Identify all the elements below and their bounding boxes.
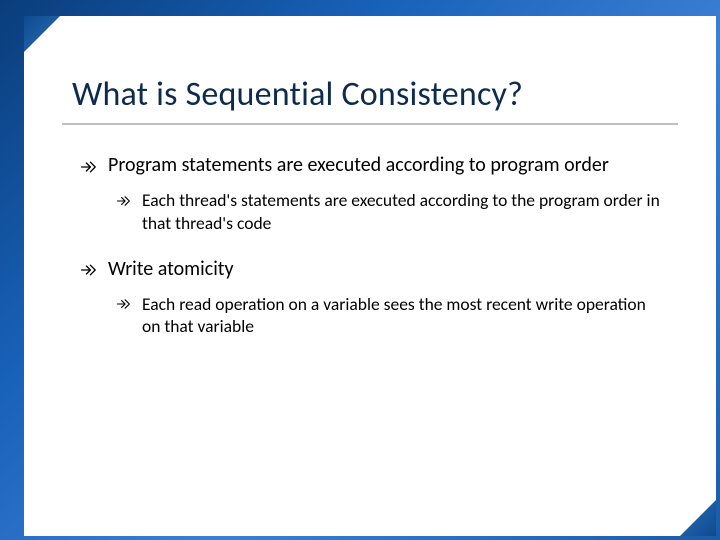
bullet-text: Each read operation on a variable sees t… [142,293,668,339]
bullet-level-2: Each thread's statements are executed ac… [116,189,668,235]
arrow-bullet-icon [116,189,130,211]
arrow-bullet-icon [116,293,130,315]
arrow-bullet-icon [80,257,96,283]
title-underline [62,123,678,125]
bullet-level-1: Program statements are executed accordin… [80,153,668,179]
bullet-text: Write atomicity [108,257,234,283]
slide-title: What is Sequential Consistency? [72,74,668,115]
bullet-level-2: Each read operation on a variable sees t… [116,293,668,339]
bullet-text: Each thread's statements are executed ac… [142,189,668,235]
arrow-bullet-icon [80,153,96,179]
slide-content: What is Sequential Consistency? Program … [24,16,716,536]
bullet-text: Program statements are executed accordin… [108,153,609,179]
bullet-level-1: Write atomicity [80,257,668,283]
